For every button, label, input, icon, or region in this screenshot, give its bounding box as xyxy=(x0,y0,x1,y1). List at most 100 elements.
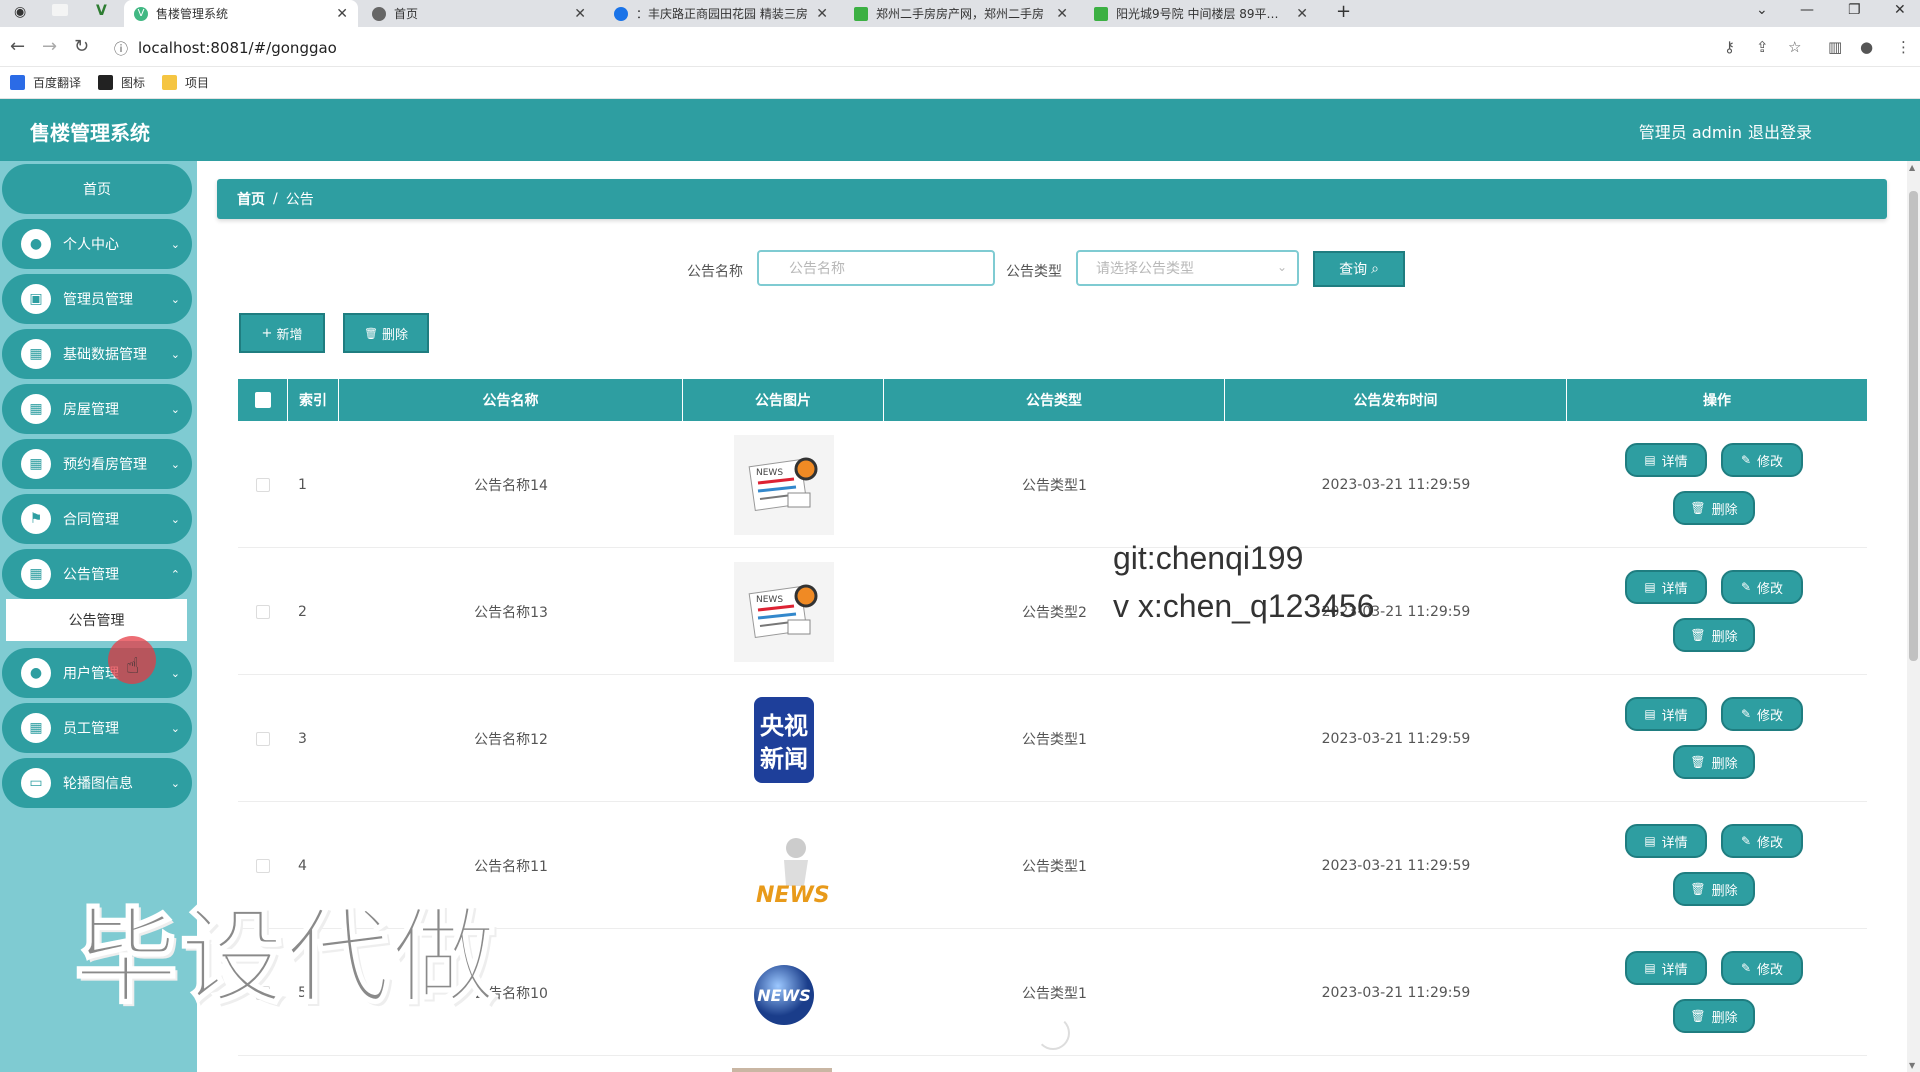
sidebar-item-notices[interactable]: ▦ 公告管理 ⌃ xyxy=(2,549,192,599)
circle-icon xyxy=(614,6,628,21)
close-icon[interactable]: ✕ xyxy=(574,6,586,22)
sidebar-subitem-notice-management[interactable]: 公告管理 xyxy=(6,599,187,641)
browser-menu-icon[interactable]: ◉ xyxy=(14,4,26,20)
tab-search-icon[interactable] xyxy=(52,4,68,16)
back-icon[interactable]: ← xyxy=(10,36,25,57)
minimize-icon[interactable]: — xyxy=(1800,2,1814,18)
edit-button[interactable]: ✎ 修改 xyxy=(1721,570,1803,604)
edit-button[interactable]: ✎ 修改 xyxy=(1721,443,1803,477)
restore-icon[interactable]: ❐ xyxy=(1848,2,1861,18)
notice-name-input[interactable]: 公告名称 xyxy=(757,250,995,286)
new-tab-icon[interactable]: + xyxy=(1336,1,1351,22)
th-time: 公告发布时间 xyxy=(1225,379,1567,421)
detail-button[interactable]: ▤ 详情 xyxy=(1625,824,1707,858)
info-icon[interactable]: ⓘ xyxy=(114,39,128,59)
window-close-icon[interactable]: ✕ xyxy=(1894,2,1906,18)
row-checkbox[interactable] xyxy=(256,604,270,619)
share-icon[interactable]: ⇪ xyxy=(1756,38,1769,56)
sidebar-item-label: 基础数据管理 xyxy=(63,347,147,363)
delete-button[interactable]: 🗑 删除 xyxy=(1673,872,1755,906)
logout-link[interactable]: 退出登录 xyxy=(1748,119,1812,143)
cell-time: 2023-03-21 11:29:59 xyxy=(1321,857,1471,874)
delete-label: 删除 xyxy=(1711,502,1738,518)
app-header: 售楼管理系统 管理员 admin 退出登录 xyxy=(0,99,1920,161)
vue-icon: V xyxy=(96,3,107,19)
select-all-checkbox[interactable] xyxy=(254,392,271,408)
chevron-down-icon[interactable]: ⌄ xyxy=(1756,2,1768,18)
delete-button[interactable]: 🗑 删除 xyxy=(1673,618,1755,652)
tab-title: 郑州二手房房产网，郑州二手房 xyxy=(876,7,1045,21)
breadcrumb-home[interactable]: 首页 xyxy=(237,189,265,209)
sidebar-item-admin[interactable]: ▣ 管理员管理 ⌄ xyxy=(2,274,192,324)
more-icon[interactable]: ⋮ xyxy=(1896,38,1911,56)
grid-icon: ▦ xyxy=(21,449,51,479)
query-button[interactable]: 查询 ⌕ xyxy=(1313,251,1405,287)
tab-title: ：丰庆路正商园田花园 精装三房 xyxy=(636,7,808,21)
close-icon[interactable]: ✕ xyxy=(816,6,828,22)
globe-icon xyxy=(372,6,386,21)
edit-button[interactable]: ✎ 修改 xyxy=(1721,697,1803,731)
close-icon[interactable]: ✕ xyxy=(1296,6,1308,22)
add-button[interactable]: + 新增 xyxy=(239,313,325,353)
tab-home[interactable]: 首页 ✕ xyxy=(362,0,596,27)
detail-button[interactable]: ▤ 详情 xyxy=(1625,443,1707,477)
star-icon[interactable]: ☆ xyxy=(1788,38,1801,56)
page-scrollbar[interactable]: ▲ ▼ xyxy=(1907,161,1920,1072)
th-index: 索引 xyxy=(288,379,339,421)
chevron-down-icon: ⌄ xyxy=(170,666,180,680)
delete-button[interactable]: 🗑 删除 xyxy=(1673,999,1755,1033)
admin-icon: ▣ xyxy=(21,284,51,314)
scroll-down-icon[interactable]: ▼ xyxy=(1909,1061,1915,1070)
cell-image: NEWS xyxy=(683,929,884,1056)
close-icon[interactable]: ✕ xyxy=(1056,6,1068,22)
sidebar-item-staff[interactable]: ▦ 员工管理 ⌄ xyxy=(2,703,192,753)
sidebar-item-base-data[interactable]: ▦ 基础数据管理 ⌄ xyxy=(2,329,192,379)
sidebar-item-contracts[interactable]: ⚑ 合同管理 ⌄ xyxy=(2,494,192,544)
edit-button[interactable]: ✎ 修改 xyxy=(1721,824,1803,858)
sidepanel-icon[interactable]: ▥ xyxy=(1828,38,1842,56)
sidebar-item-personal-center[interactable]: ● 个人中心 ⌄ xyxy=(2,219,192,269)
batch-delete-button[interactable]: 🗑 删除 xyxy=(343,313,429,353)
profile-icon[interactable]: ● xyxy=(1860,38,1873,56)
pencil-icon: ✎ xyxy=(1740,453,1752,467)
sidebar-item-carousel[interactable]: ▭ 轮播图信息 ⌄ xyxy=(2,758,192,808)
app-title: 售楼管理系统 xyxy=(30,121,150,145)
delete-button[interactable]: 🗑 删除 xyxy=(1673,745,1755,779)
notice-type-label: 公告类型 xyxy=(1006,264,1062,280)
tab-listing-2[interactable]: 郑州二手房房产网，郑州二手房 ✕ xyxy=(844,0,1078,27)
tab-listing-3[interactable]: 阳光城9号院 中间楼层 89平三房 ✕ xyxy=(1084,0,1318,27)
detail-button[interactable]: ▤ 详情 xyxy=(1625,570,1707,604)
close-icon[interactable]: ✕ xyxy=(336,6,348,22)
tab-listing-1[interactable]: ：丰庆路正商园田花园 精装三房 ✕ xyxy=(604,0,838,27)
detail-button[interactable]: ▤ 详情 xyxy=(1625,951,1707,985)
sidebar-item-users[interactable]: ● 用户管理 ⌄ xyxy=(2,648,192,698)
row-checkbox[interactable] xyxy=(256,731,270,746)
sidebar-item-viewing[interactable]: ▦ 预约看房管理 ⌄ xyxy=(2,439,192,489)
forward-icon[interactable]: → xyxy=(42,36,57,57)
chevron-up-icon: ⌃ xyxy=(170,567,180,581)
bookmark-projects[interactable]: 项目 xyxy=(162,74,209,91)
detail-button[interactable]: ▤ 详情 xyxy=(1625,697,1707,731)
scroll-thumb[interactable] xyxy=(1909,191,1918,661)
pencil-icon: ✎ xyxy=(1740,707,1752,721)
reload-icon[interactable]: ↻ xyxy=(74,36,89,57)
tab-sales-system[interactable]: V 售楼管理系统 ✕ xyxy=(124,0,358,27)
row-checkbox[interactable] xyxy=(256,477,270,492)
sidebar-item-home[interactable]: 首页 xyxy=(2,164,192,214)
edit-button[interactable]: ✎ 修改 xyxy=(1721,951,1803,985)
th-actions: 操作 xyxy=(1703,393,1731,409)
bookmark-baidu-translate[interactable]: 百度翻译 xyxy=(10,74,81,91)
house-icon xyxy=(1094,6,1108,21)
sidebar-item-houses[interactable]: ▦ 房屋管理 ⌄ xyxy=(2,384,192,434)
key-icon[interactable]: ⚷ xyxy=(1724,38,1735,56)
bookmark-icons[interactable]: 图标 xyxy=(98,74,145,91)
row-checkbox[interactable] xyxy=(256,858,270,873)
notice-type-select[interactable]: 请选择公告类型 ⌄ xyxy=(1076,250,1299,286)
watermark-git: git:chenqi199 xyxy=(1113,540,1304,576)
url-field[interactable]: localhost:8081/#/gonggao xyxy=(138,39,337,57)
detail-label: 详情 xyxy=(1661,581,1688,597)
scroll-up-icon[interactable]: ▲ xyxy=(1909,163,1915,172)
delete-button[interactable]: 🗑 删除 xyxy=(1673,491,1755,525)
row-check-cell xyxy=(238,675,288,802)
chevron-down-icon: ⌄ xyxy=(170,512,180,526)
